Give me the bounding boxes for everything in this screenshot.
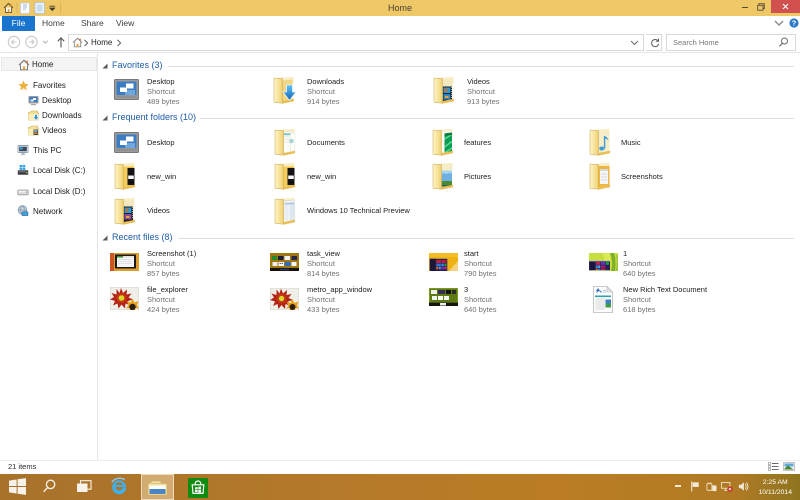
svg-text:?: ? — [792, 19, 797, 28]
